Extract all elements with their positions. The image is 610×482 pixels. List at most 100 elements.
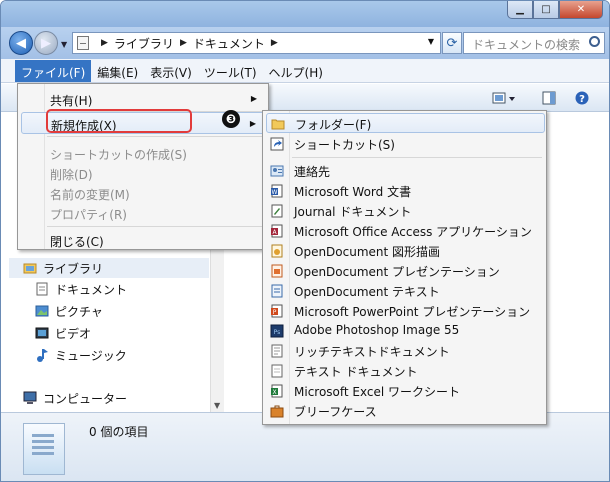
svg-text:?: ? bbox=[579, 94, 585, 105]
new-excel-worksheet[interactable]: X Microsoft Excel ワークシート bbox=[266, 381, 545, 401]
nav-libraries-label: ライブラリ bbox=[43, 261, 104, 276]
breadcrumb-documents[interactable]: ドキュメント bbox=[193, 35, 265, 52]
shortcut-icon bbox=[270, 137, 284, 151]
new-shortcut[interactable]: ショートカット(S) bbox=[266, 134, 545, 154]
menu-tools[interactable]: ツール(T) bbox=[198, 60, 263, 82]
new-opendocument-drawing[interactable]: OpenDocument 図形描画 bbox=[266, 241, 545, 261]
new-opendocument-presentation[interactable]: OpenDocument プレゼンテーション bbox=[266, 261, 545, 281]
new-contact-label: 連絡先 bbox=[294, 165, 331, 179]
new-access-application[interactable]: A Microsoft Office Access アプリケーション bbox=[266, 221, 545, 241]
breadcrumb-arrow-icon[interactable]: ▶ bbox=[271, 38, 278, 48]
file-menu-properties: プロパティ(R) bbox=[50, 208, 127, 222]
new-access-application-label: Microsoft Office Access アプリケーション bbox=[294, 225, 532, 239]
new-text-document[interactable]: テキスト ドキュメント bbox=[266, 361, 545, 381]
view-options-icon[interactable] bbox=[492, 91, 516, 108]
nav-pictures[interactable]: ピクチャ bbox=[35, 301, 103, 321]
new-rich-text-document-label: リッチテキストドキュメント bbox=[294, 345, 450, 359]
new-folder[interactable]: フォルダー(F) bbox=[266, 113, 545, 133]
breadcrumb-arrow-icon[interactable]: ▶ bbox=[180, 38, 187, 48]
highlight-box bbox=[46, 109, 192, 133]
new-powerpoint-presentation-label: Microsoft PowerPoint プレゼンテーション bbox=[294, 305, 531, 319]
svg-text:X: X bbox=[272, 389, 276, 396]
new-excel-worksheet-label: Microsoft Excel ワークシート bbox=[294, 385, 461, 399]
search-input[interactable]: ドキュメントの検索 bbox=[463, 32, 605, 54]
maximize-button[interactable]: □ bbox=[533, 1, 559, 19]
nav-documents-label: ドキュメント bbox=[55, 282, 128, 297]
step-number-badge: ❸ bbox=[222, 110, 240, 128]
new-word-document-label: Microsoft Word 文書 bbox=[294, 185, 412, 199]
new-photoshop-image-label: Adobe Photoshop Image 55 bbox=[294, 323, 460, 337]
submenu-arrow-icon: ▶ bbox=[249, 119, 256, 128]
nav-videos[interactable]: ビデオ bbox=[35, 323, 91, 343]
new-opendocument-drawing-label: OpenDocument 図形描画 bbox=[294, 245, 441, 259]
help-icon[interactable]: ? bbox=[575, 91, 589, 108]
breadcrumb-arrow-icon[interactable]: ▶ bbox=[101, 38, 108, 48]
odp-icon bbox=[271, 264, 283, 278]
breadcrumb-libraries[interactable]: ライブラリ bbox=[114, 35, 174, 52]
new-briefcase-label: ブリーフケース bbox=[294, 405, 377, 419]
refresh-button[interactable]: ⟳ bbox=[442, 32, 462, 54]
submenu-arrow-icon: ▶ bbox=[250, 94, 257, 103]
menu-help[interactable]: ヘルプ(H) bbox=[263, 60, 329, 82]
scroll-down-icon[interactable]: ▼ bbox=[214, 401, 220, 410]
preview-pane-icon[interactable] bbox=[542, 91, 556, 108]
text-icon bbox=[271, 364, 283, 378]
search-icon[interactable] bbox=[589, 36, 600, 47]
address-row: ◀ ▶ ▼ ▶ ライブラリ ▶ ドキュメント ▶ ▼ ⟳ ドキュメントの検索 bbox=[1, 27, 609, 59]
file-menu-create-shortcut: ショートカットの作成(S) bbox=[50, 148, 187, 162]
new-briefcase[interactable]: ブリーフケース bbox=[266, 401, 545, 421]
powerpoint-icon: P bbox=[271, 304, 283, 318]
nav-music[interactable]: ミュージック bbox=[35, 345, 127, 365]
new-shortcut-label: ショートカット(S) bbox=[294, 138, 395, 152]
briefcase-icon bbox=[270, 405, 284, 418]
library-folder-icon bbox=[23, 263, 37, 274]
back-button[interactable]: ◀ bbox=[9, 31, 33, 55]
new-contact[interactable]: 連絡先 bbox=[266, 161, 545, 181]
svg-text:W: W bbox=[272, 189, 278, 196]
nav-documents[interactable]: ドキュメント bbox=[35, 279, 127, 299]
music-icon bbox=[37, 349, 48, 362]
nav-videos-label: ビデオ bbox=[55, 326, 92, 341]
window-controls: ▁ □ ✕ bbox=[507, 1, 603, 19]
document-location-icon bbox=[77, 36, 89, 50]
file-menu-close[interactable]: 閉じる(C) bbox=[21, 229, 265, 251]
access-icon: A bbox=[271, 224, 283, 238]
word-icon: W bbox=[271, 184, 283, 198]
explorer-window: ▁ □ ✕ ◀ ▶ ▼ ▶ ライブラリ ▶ ドキュメント ▶ ▼ ⟳ ドキュメン… bbox=[0, 0, 610, 482]
file-menu-share-label: 共有(H) bbox=[50, 94, 93, 108]
forward-arrow-icon: ▶ bbox=[41, 35, 51, 51]
new-photoshop-image[interactable]: Ps Adobe Photoshop Image 55 bbox=[266, 321, 545, 341]
nav-computer[interactable]: コンピューター bbox=[23, 388, 127, 408]
photoshop-icon: Ps bbox=[270, 324, 284, 338]
file-menu-delete: 削除(D) bbox=[50, 168, 93, 182]
svg-text:P: P bbox=[273, 309, 277, 316]
new-powerpoint-presentation[interactable]: P Microsoft PowerPoint プレゼンテーション bbox=[266, 301, 545, 321]
file-menu: 共有(H) ▶ 新規作成(X) ▶ ショートカットの作成(S) 削除(D) 名前… bbox=[17, 83, 269, 250]
odg-icon bbox=[271, 244, 283, 258]
new-text-document-label: テキスト ドキュメント bbox=[294, 365, 418, 379]
menu-view[interactable]: 表示(V) bbox=[144, 60, 198, 82]
refresh-icon: ⟳ bbox=[446, 35, 458, 51]
recent-pages-dropdown[interactable]: ▼ bbox=[61, 40, 67, 49]
close-button[interactable]: ✕ bbox=[559, 1, 603, 19]
minimize-button[interactable]: ▁ bbox=[507, 1, 533, 19]
file-menu-share[interactable]: 共有(H) ▶ bbox=[21, 88, 265, 110]
videos-icon bbox=[35, 327, 49, 339]
new-journal-document[interactable]: Journal ドキュメント bbox=[266, 201, 545, 221]
address-bar[interactable]: ▶ ライブラリ ▶ ドキュメント ▶ ▼ bbox=[72, 32, 441, 54]
back-arrow-icon: ◀ bbox=[16, 35, 26, 51]
menu-edit[interactable]: 編集(E) bbox=[91, 60, 144, 82]
forward-button[interactable]: ▶ bbox=[34, 31, 58, 55]
new-rich-text-document[interactable]: リッチテキストドキュメント bbox=[266, 341, 545, 361]
title-bar: ▁ □ ✕ bbox=[1, 1, 609, 27]
address-dropdown-icon[interactable]: ▼ bbox=[428, 37, 434, 46]
new-folder-label: フォルダー(F) bbox=[295, 118, 372, 132]
new-word-document[interactable]: W Microsoft Word 文書 bbox=[266, 181, 545, 201]
menu-separator bbox=[47, 226, 263, 227]
file-menu-rename: 名前の変更(M) bbox=[50, 188, 130, 202]
menu-file[interactable]: ファイル(F) bbox=[15, 59, 92, 82]
new-submenu: フォルダー(F) ショートカット(S) 連絡先 W Microsoft Word… bbox=[262, 110, 547, 425]
nav-libraries[interactable]: ライブラリ bbox=[9, 258, 209, 278]
computer-icon bbox=[23, 391, 37, 404]
new-opendocument-text[interactable]: OpenDocument テキスト bbox=[266, 281, 545, 301]
